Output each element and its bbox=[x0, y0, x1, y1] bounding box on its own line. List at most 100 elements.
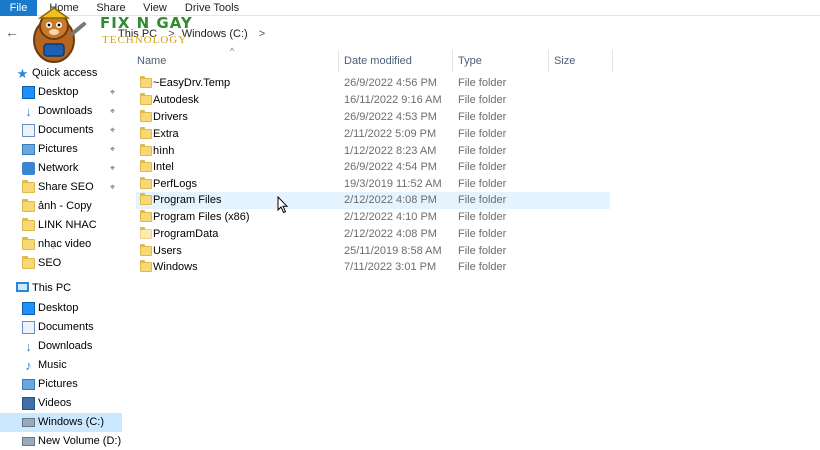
file-date: 2/12/2022 4:08 PM bbox=[344, 194, 437, 206]
tab-share[interactable]: Share bbox=[92, 0, 130, 16]
nav-pc-documents[interactable]: Documents bbox=[0, 318, 122, 337]
nav-label: Downloads bbox=[38, 340, 93, 352]
nav-quick-access[interactable]: ★ Quick access bbox=[0, 64, 122, 83]
download-icon: ↓ bbox=[25, 104, 32, 119]
folder-icon bbox=[22, 199, 35, 212]
nav-item-network[interactable]: Network ⌖ bbox=[0, 159, 122, 178]
nav-pc-downloads[interactable]: ↓ Downloads bbox=[0, 337, 122, 356]
file-row[interactable]: Program Files (x86) 2/12/2022 4:10 PM Fi… bbox=[136, 209, 610, 226]
file-row[interactable]: Extra 2/11/2022 5:09 PM File folder bbox=[136, 126, 610, 143]
file-name: Intel bbox=[153, 161, 174, 173]
tab-home[interactable]: Home bbox=[46, 0, 82, 16]
nav-label: Desktop bbox=[38, 86, 79, 98]
nav-label: SEO bbox=[38, 257, 62, 269]
file-date: 1/12/2022 8:23 AM bbox=[344, 145, 437, 157]
nav-label: Documents bbox=[38, 321, 94, 333]
folder-icon bbox=[22, 256, 35, 269]
nav-this-pc[interactable]: This PC bbox=[0, 279, 122, 298]
file-date: 7/11/2022 3:01 PM bbox=[344, 261, 437, 273]
nav-item-pictures[interactable]: Pictures ⌖ bbox=[0, 140, 122, 159]
tab-file[interactable]: File bbox=[0, 0, 37, 16]
nav-pc-music[interactable]: ♪ Music bbox=[0, 356, 122, 375]
nav-item-share-seo[interactable]: Share SEO ⌖ bbox=[0, 178, 122, 197]
file-row[interactable]: Autodesk 16/11/2022 9:16 AM File folder bbox=[136, 92, 610, 109]
file-row[interactable]: Users 25/11/2019 8:58 AM File folder bbox=[136, 243, 610, 260]
pin-icon[interactable]: ⌖ bbox=[110, 102, 115, 121]
pin-icon[interactable]: ⌖ bbox=[110, 121, 115, 140]
breadcrumb-separator: > bbox=[168, 28, 175, 40]
file-name: hình bbox=[153, 145, 175, 157]
folder-icon bbox=[140, 227, 152, 239]
tab-view[interactable]: View bbox=[138, 0, 172, 16]
nav-item-downloads[interactable]: ↓ Downloads ⌖ bbox=[0, 102, 122, 121]
file-row[interactable]: Intel 26/9/2022 4:54 PM File folder bbox=[136, 159, 610, 176]
nav-item-desktop[interactable]: Desktop ⌖ bbox=[0, 83, 122, 102]
pictures-icon bbox=[22, 379, 35, 390]
file-row[interactable]: ProgramData 2/12/2022 4:08 PM File folde… bbox=[136, 226, 610, 243]
nav-label: Pictures bbox=[38, 143, 78, 155]
file-name: Drivers bbox=[153, 111, 188, 123]
file-type: File folder bbox=[458, 245, 507, 257]
breadcrumb-this-pc[interactable]: This PC bbox=[118, 28, 157, 40]
file-row[interactable]: hình 1/12/2022 8:23 AM File folder bbox=[136, 143, 610, 160]
column-header-type[interactable]: Type bbox=[458, 52, 482, 70]
column-header-date[interactable]: Date modified bbox=[344, 52, 412, 70]
nav-label: LINK NHAC bbox=[38, 219, 97, 231]
column-divider[interactable] bbox=[612, 50, 613, 72]
file-row[interactable]: PerfLogs 19/3/2019 11:52 AM File folder bbox=[136, 176, 610, 193]
nav-item-nhac-video[interactable]: nhạc video bbox=[0, 235, 122, 254]
column-header-name[interactable]: Name bbox=[137, 52, 166, 70]
pin-icon[interactable]: ⌖ bbox=[110, 178, 115, 197]
nav-label: Network bbox=[38, 162, 79, 174]
file-name: Windows bbox=[153, 261, 198, 273]
nav-label: nhạc video bbox=[38, 238, 92, 250]
column-divider[interactable] bbox=[338, 50, 339, 72]
file-name: Program Files bbox=[153, 194, 222, 206]
computer-icon bbox=[16, 282, 29, 292]
pin-icon[interactable]: ⌖ bbox=[110, 83, 115, 102]
file-row[interactable]: Drivers 26/9/2022 4:53 PM File folder bbox=[136, 109, 610, 126]
file-date: 26/9/2022 4:56 PM bbox=[344, 77, 437, 89]
videos-icon bbox=[22, 397, 35, 410]
drive-icon bbox=[22, 437, 35, 446]
pin-icon[interactable]: ⌖ bbox=[110, 140, 115, 159]
file-row[interactable]: ~EasyDrv.Temp 26/9/2022 4:56 PM File fol… bbox=[136, 75, 610, 92]
back-arrow-icon[interactable]: ← bbox=[4, 24, 20, 40]
file-date: 26/9/2022 4:53 PM bbox=[344, 111, 437, 123]
nav-item-documents[interactable]: Documents ⌖ bbox=[0, 121, 122, 140]
file-row-hovered[interactable]: Program Files 2/12/2022 4:08 PM File fol… bbox=[136, 192, 610, 209]
column-divider[interactable] bbox=[452, 50, 453, 72]
file-type: File folder bbox=[458, 145, 507, 157]
navigation-pane: ★ Quick access Desktop ⌖ ↓ Downloads ⌖ D… bbox=[0, 62, 122, 450]
folder-icon bbox=[140, 76, 152, 88]
folder-icon bbox=[140, 244, 152, 256]
file-row[interactable]: Windows 7/11/2022 3:01 PM File folder bbox=[136, 259, 610, 276]
breadcrumb-windows-c[interactable]: Windows (C:) bbox=[182, 28, 248, 40]
folder-icon bbox=[22, 237, 35, 250]
column-divider[interactable] bbox=[548, 50, 549, 72]
nav-label: Videos bbox=[38, 397, 72, 409]
file-type: File folder bbox=[458, 194, 507, 206]
nav-pc-windows-c[interactable]: Windows (C:) bbox=[0, 413, 122, 432]
tab-drive-tools[interactable]: Drive Tools bbox=[184, 0, 240, 16]
nav-pc-new-volume-d[interactable]: New Volume (D:) bbox=[0, 432, 122, 450]
nav-item-anh-copy[interactable]: ảnh - Copy bbox=[0, 197, 122, 216]
nav-pc-videos[interactable]: Videos bbox=[0, 394, 122, 413]
nav-label: This PC bbox=[32, 282, 72, 294]
nav-item-link-nhac[interactable]: LINK NHAC bbox=[0, 216, 122, 235]
nav-item-seo[interactable]: SEO bbox=[0, 254, 122, 273]
music-icon: ♪ bbox=[25, 358, 32, 373]
file-type: File folder bbox=[458, 94, 507, 106]
nav-pc-desktop[interactable]: Desktop bbox=[0, 299, 122, 318]
file-date: 2/12/2022 4:10 PM bbox=[344, 211, 437, 223]
nav-pc-pictures[interactable]: Pictures bbox=[0, 375, 122, 394]
pin-icon[interactable]: ⌖ bbox=[110, 159, 115, 178]
file-name: PerfLogs bbox=[153, 178, 198, 190]
file-type: File folder bbox=[458, 77, 507, 89]
column-header-size[interactable]: Size bbox=[554, 52, 575, 70]
folder-icon bbox=[140, 160, 152, 172]
file-name: Users bbox=[153, 245, 182, 257]
breadcrumb-separator[interactable]: > bbox=[259, 28, 265, 40]
ribbon-tabs: File Home Share View Drive Tools bbox=[0, 0, 820, 16]
breadcrumb[interactable]: This PC > Windows (C:) > bbox=[118, 26, 269, 42]
